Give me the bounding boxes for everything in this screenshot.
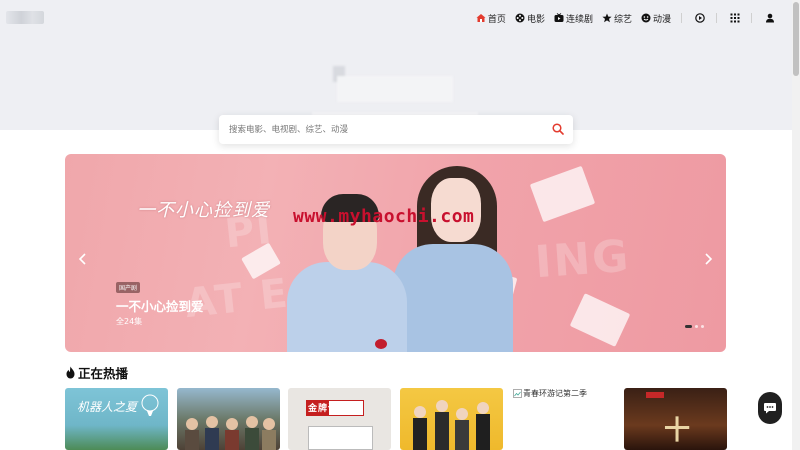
banner-genre-tag: 国产剧 bbox=[116, 282, 141, 293]
user-icon bbox=[766, 13, 774, 23]
smile-icon bbox=[641, 13, 651, 23]
site-logo[interactable] bbox=[6, 11, 44, 24]
banner-bg-lettering-3: ING bbox=[533, 230, 632, 289]
nav-divider-2 bbox=[716, 13, 717, 23]
nav-divider-3 bbox=[751, 13, 752, 23]
star-icon bbox=[602, 13, 612, 23]
tv-icon bbox=[554, 13, 564, 22]
banner-show-title[interactable]: 一不小心捡到爱 bbox=[116, 296, 204, 315]
chat-float-button[interactable] bbox=[758, 392, 782, 424]
flame-icon bbox=[66, 366, 75, 379]
poster-card-channel-badge bbox=[646, 392, 664, 398]
play-history-button[interactable] bbox=[694, 12, 706, 24]
scrollbar-thumb[interactable] bbox=[793, 2, 799, 76]
nav-series[interactable]: 连续剧 bbox=[554, 12, 593, 25]
poster-card-4[interactable] bbox=[400, 388, 503, 450]
poster-card[interactable]: 机器人之夏 bbox=[65, 388, 168, 450]
hot-cards-row: 机器人之夏 金牌调解 青春环游记第二季 十 bbox=[65, 388, 727, 450]
poster-card-2[interactable] bbox=[177, 388, 280, 450]
nav-series-label: 连续剧 bbox=[565, 14, 593, 25]
watermark-url: www.myhaochi.com bbox=[293, 206, 475, 227]
banner-prev-arrow-icon[interactable] bbox=[76, 252, 90, 266]
banner-next-arrow-icon[interactable] bbox=[701, 252, 715, 266]
home-icon bbox=[476, 14, 486, 22]
poster-card-logo-text: 金牌调解 bbox=[308, 404, 349, 414]
nav-movies[interactable]: 电影 bbox=[515, 12, 545, 25]
nav-movies-label: 电影 bbox=[526, 14, 545, 25]
banner-paper-2 bbox=[569, 293, 631, 347]
search-input[interactable] bbox=[229, 115, 539, 144]
banner-rose bbox=[375, 339, 387, 349]
banner-episode-count: 全24集 bbox=[116, 317, 143, 326]
play-history-icon bbox=[695, 13, 705, 23]
banner-paper bbox=[529, 165, 596, 223]
grid-menu-button[interactable] bbox=[729, 12, 741, 24]
section-title-hot-label: 正在热播 bbox=[78, 366, 129, 381]
search-icon[interactable] bbox=[552, 123, 564, 135]
poster-card-sign bbox=[308, 426, 373, 450]
search-box bbox=[219, 115, 573, 144]
poster-card-art-text-2: 十 bbox=[664, 416, 691, 446]
poster-card-3[interactable]: 金牌调解 bbox=[288, 388, 391, 450]
page-scrollbar[interactable] bbox=[792, 0, 800, 450]
nav-divider bbox=[681, 13, 682, 23]
main-nav: 首页 电影 连续剧 综艺 动漫 bbox=[467, 10, 776, 26]
film-reel-icon bbox=[515, 13, 525, 23]
poster-card-balloon bbox=[141, 394, 159, 416]
poster-card-6[interactable]: 十 bbox=[624, 388, 727, 450]
top-header: 首页 电影 连续剧 综艺 动漫 bbox=[0, 0, 792, 36]
nav-home[interactable]: 首页 bbox=[476, 12, 506, 25]
poster-card-crowd bbox=[185, 416, 276, 450]
nav-anime[interactable]: 动漫 bbox=[641, 12, 671, 25]
banner-dot-3[interactable] bbox=[701, 325, 704, 328]
banner-pagination bbox=[682, 325, 704, 328]
broken-image-icon bbox=[513, 389, 522, 398]
banner-dot-1[interactable] bbox=[685, 325, 692, 328]
hero-banner[interactable]: PI AT EA ING 一不小心捡到爱 www.myhaochi.com 国产… bbox=[65, 154, 726, 352]
nav-variety[interactable]: 综艺 bbox=[602, 12, 632, 25]
user-button[interactable] bbox=[764, 12, 776, 24]
nav-variety-label: 综艺 bbox=[613, 14, 632, 25]
chat-icon bbox=[764, 403, 776, 414]
nav-home-label: 首页 bbox=[487, 14, 506, 25]
banner-actress bbox=[393, 244, 513, 352]
poster-card-art-text: 机器人之夏 bbox=[77, 400, 138, 414]
banner-dot-2[interactable] bbox=[695, 325, 698, 328]
section-title-hot: 正在热播 bbox=[65, 363, 128, 382]
poster-card-alt-text: 青春环游记第二季 bbox=[523, 389, 587, 398]
banner-actor bbox=[287, 262, 407, 352]
poster-card-cast bbox=[413, 400, 490, 450]
grid-menu-icon bbox=[730, 13, 740, 23]
banner-art-title: 一不小心捡到爱 bbox=[137, 200, 270, 221]
center-logo bbox=[333, 66, 453, 102]
nav-anime-label: 动漫 bbox=[652, 14, 671, 25]
poster-card-5[interactable]: 青春环游记第二季 bbox=[512, 388, 615, 450]
